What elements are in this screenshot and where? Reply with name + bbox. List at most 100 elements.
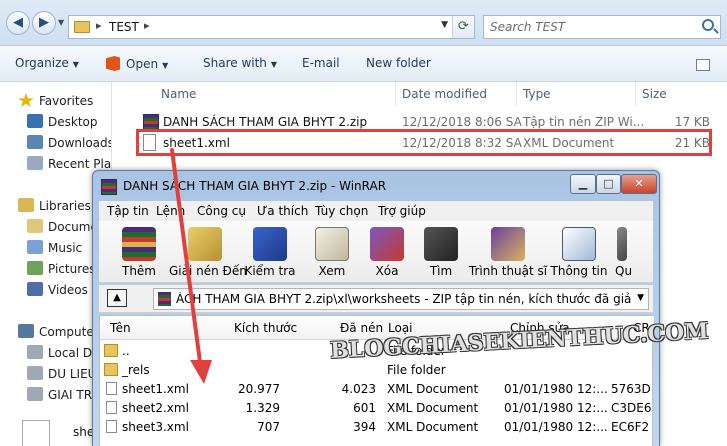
nav-music-label: Music [48, 241, 83, 255]
search-input[interactable]: Search TEST [483, 15, 721, 39]
path-dropdown-icon[interactable]: ▼ [441, 20, 448, 30]
menu-tools[interactable]: Công cụ [197, 204, 246, 218]
column-header-name[interactable]: Tên [110, 321, 131, 335]
recent-pages-dropdown-icon[interactable]: ▼ [58, 18, 64, 27]
archive-crc: C3DE6 [611, 401, 652, 415]
nav-computer[interactable]: Computer [18, 324, 99, 339]
file-date: 12/12/2018 8:06 SA [402, 115, 522, 129]
nav-recent-places[interactable]: Recent Places [27, 156, 111, 171]
wizard-label: Trình thuật sĩ [468, 264, 548, 278]
archive-path-field[interactable]: ÁCH THAM GIA BHYT 2.zip\xl\worksheets - … [153, 288, 649, 310]
view-glasses-icon [315, 227, 349, 261]
documents-icon [27, 219, 43, 233]
delete-icon [370, 227, 404, 261]
archive-path: ÁCH THAM GIA BHYT 2.zip\xl\worksheets - … [176, 292, 632, 306]
extract-to-label: Giải nén Đến [169, 264, 247, 278]
nav-libraries-label: Libraries [39, 199, 91, 213]
test-icon [253, 227, 287, 261]
search-icon[interactable] [702, 19, 714, 31]
back-button[interactable]: ◀ [6, 11, 30, 35]
minimize-button[interactable]: ▁ [570, 174, 596, 194]
menu-commands[interactable]: Lệnh [156, 204, 185, 218]
xml-file-icon [106, 420, 117, 433]
nav-downloads[interactable]: Downloads [27, 135, 112, 150]
archive-modified: 01/01/1980 12:... [504, 382, 608, 396]
column-divider[interactable] [635, 82, 636, 106]
column-divider[interactable] [516, 82, 517, 106]
extract-to-button[interactable]: Giải nén Đến [169, 227, 247, 278]
find-button[interactable]: Tìm [411, 227, 471, 278]
column-header-size[interactable]: Size [642, 87, 667, 101]
nav-giai-tri[interactable]: GIAI TRI [27, 387, 96, 402]
menu-options[interactable]: Tùy chọn [315, 204, 368, 218]
archive-modified: 01/01/1980 12:... [504, 420, 608, 434]
nav-du-lieu-label: DU LIEU [48, 367, 97, 381]
chevron-right-icon[interactable]: ▸ [144, 19, 150, 32]
archive-row[interactable]: sheet3.xml 707 394 XML Document 01/01/19… [100, 418, 654, 437]
open-label: Open [126, 57, 159, 71]
breadcrumb-folder[interactable]: TEST [109, 20, 139, 34]
archive-packed: 4.023 [341, 382, 376, 396]
column-header-type[interactable]: Type [523, 87, 551, 101]
breadcrumb[interactable]: ▸ TEST ▸ ▼ ⟳ [68, 15, 475, 39]
delete-button[interactable]: Xóa [357, 227, 417, 278]
nav-libraries[interactable]: Libraries [18, 198, 91, 213]
email-button[interactable]: E-mail [302, 56, 340, 70]
search-placeholder: Search TEST [490, 20, 566, 34]
nav-pictures-label: Pictures [48, 262, 96, 276]
column-divider[interactable] [395, 82, 396, 106]
nav-favorites[interactable]: Favorites [18, 93, 93, 108]
column-header-packed[interactable]: Đã nén [340, 321, 383, 335]
wizard-button[interactable]: Trình thuật sĩ [467, 227, 549, 278]
menu-file[interactable]: Tập tin [107, 204, 149, 218]
menu-favorites[interactable]: Ưa thích [257, 204, 308, 218]
archive-row[interactable]: sheet1.xml 20.977 4.023 XML Document 01/… [100, 380, 654, 399]
file-icon[interactable] [22, 420, 50, 446]
nav-du-lieu[interactable]: DU LIEU [27, 366, 96, 381]
forward-button[interactable]: ▶ [32, 11, 56, 35]
drive-icon [27, 345, 43, 359]
share-with-button[interactable]: Share with ▼ [203, 56, 277, 70]
column-header-name[interactable]: Name [161, 87, 196, 101]
view-button[interactable]: Xem [303, 227, 361, 278]
new-folder-button[interactable]: New folder [366, 56, 431, 70]
archive-row[interactable]: _rels File folder [100, 361, 654, 380]
archive-name: sheet3.xml [122, 420, 189, 434]
close-button[interactable]: ✕ [621, 174, 657, 194]
up-one-level-button[interactable]: ▲ [107, 289, 127, 307]
archive-packed: 394 [353, 420, 376, 434]
info-label: Thông tin [550, 264, 608, 278]
archive-crc: EC6F2 [611, 420, 650, 434]
recent-places-icon [27, 156, 43, 170]
column-header-date-modified[interactable]: Date modified [402, 87, 487, 101]
nav-videos[interactable]: Videos [27, 282, 88, 297]
virus-scan-button[interactable]: Qu [615, 227, 645, 278]
refresh-button[interactable]: ⟳ [452, 16, 474, 38]
archive-modified: 01/01/1980 12:... [504, 401, 608, 415]
nav-downloads-label: Downloads [48, 136, 112, 150]
info-button[interactable]: Thông tin [547, 227, 611, 278]
archive-row[interactable]: sheet2.xml 1.329 601 XML Document 01/01/… [100, 399, 654, 418]
test-button[interactable]: Kiểm tra [239, 227, 301, 278]
path-dropdown-icon[interactable]: ▼ [637, 293, 644, 303]
nav-pictures[interactable]: Pictures [27, 261, 96, 276]
nav-computer-label: Computer [39, 325, 99, 339]
organize-button[interactable]: Organize ▼ [15, 56, 79, 70]
add-button[interactable]: Thêm [107, 227, 171, 278]
open-button[interactable]: Open ▼ [106, 56, 168, 71]
column-header-size[interactable]: Kích thước [234, 321, 297, 335]
menu-bar: Tập tin Lệnh Công cụ Ưa thích Tùy chọn T… [99, 201, 653, 221]
nav-music[interactable]: Music [27, 240, 82, 255]
path-bar: ▲ ÁCH THAM GIA BHYT 2.zip\xl\worksheets … [99, 285, 653, 313]
find-label: Tìm [429, 264, 453, 278]
archive-name: .. [122, 344, 130, 358]
chevron-right-icon[interactable]: ▸ [96, 19, 102, 32]
nav-desktop[interactable]: Desktop [27, 114, 98, 129]
wizard-icon [491, 227, 525, 261]
view-options-icon[interactable] [696, 59, 710, 71]
virus-scan-label: Qu [615, 264, 633, 278]
menu-help[interactable]: Trợ giúp [378, 204, 426, 218]
winrar-window: DANH SÁCH THAM GIA BHYT 2.zip - WinRAR ▁… [92, 170, 660, 446]
maximize-button[interactable]: □ [596, 174, 621, 194]
nav-desktop-label: Desktop [48, 115, 98, 129]
